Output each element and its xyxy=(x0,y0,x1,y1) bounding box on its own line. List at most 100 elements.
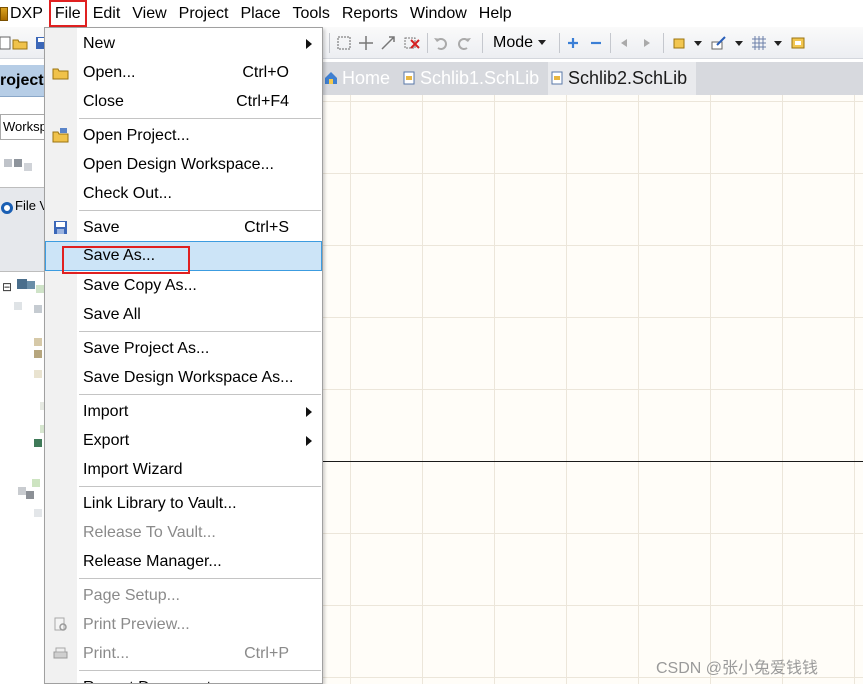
file-view-radio[interactable] xyxy=(1,202,13,214)
menu-item-open[interactable]: Open... Ctrl+O xyxy=(45,58,322,87)
remove-minus-icon[interactable] xyxy=(588,35,604,51)
open-folder-icon xyxy=(52,68,69,80)
origin-axis-line xyxy=(322,461,863,462)
menu-item-open-design-workspace[interactable]: Open Design Workspace... xyxy=(45,150,322,179)
project-node-icon xyxy=(27,281,35,289)
dxp-logo-icon xyxy=(0,6,8,21)
home-icon xyxy=(325,72,337,84)
arrow-left-icon[interactable] xyxy=(616,35,632,51)
tree-collapse-icon[interactable]: ⊟ xyxy=(2,280,12,294)
grid-icon[interactable] xyxy=(751,35,767,51)
menu-item-save-all[interactable]: Save All xyxy=(45,300,322,329)
menu-item-save[interactable]: Save Ctrl+S xyxy=(45,213,322,242)
tree-node-icon xyxy=(14,302,22,310)
tab-schlib2[interactable]: Schlib2.SchLib xyxy=(548,62,696,95)
menu-item-import-wizard[interactable]: Import Wizard xyxy=(45,455,322,484)
redo-icon[interactable] xyxy=(456,35,472,51)
menu-item-import[interactable]: Import xyxy=(45,397,322,426)
menu-separator xyxy=(79,331,321,332)
submenu-arrow-icon xyxy=(306,436,312,446)
tree-node-icon xyxy=(14,159,22,167)
mode-dropdown[interactable]: Mode xyxy=(493,33,547,53)
watermark: CSDN @张小兔爱钱钱 xyxy=(656,660,819,677)
tree-node-icon xyxy=(32,479,40,487)
toolbar-separator xyxy=(610,33,611,53)
add-plus-icon[interactable] xyxy=(565,35,581,51)
menu-item-save-as[interactable]: Save As... xyxy=(45,241,322,271)
menu-separator xyxy=(79,210,321,211)
undo-icon[interactable] xyxy=(433,35,449,51)
tab-schlib1[interactable]: Schlib1.SchLib xyxy=(400,62,546,95)
panel-title: roject xyxy=(0,65,45,97)
chevron-down-icon xyxy=(538,40,547,46)
menu-item-release-to-vault[interactable]: Release To Vault... xyxy=(45,518,322,547)
tree-node-icon xyxy=(4,159,12,167)
move-icon[interactable] xyxy=(358,35,374,51)
library-icon[interactable] xyxy=(790,35,806,51)
tab-label: Schlib2.SchLib xyxy=(568,68,688,88)
deselect-icon[interactable] xyxy=(404,35,420,51)
chevron-down-icon[interactable] xyxy=(735,41,743,46)
tree-node-icon xyxy=(18,487,26,495)
menu-item-link-library-to-vault[interactable]: Link Library to Vault... xyxy=(45,489,322,518)
tree-node-icon xyxy=(34,509,42,517)
menu-place[interactable]: Place xyxy=(234,0,286,27)
menu-item-page-setup[interactable]: Page Setup... xyxy=(45,581,322,610)
menu-item-print[interactable]: Print... Ctrl+P xyxy=(45,639,322,668)
toolbar-separator xyxy=(482,33,483,53)
schematic-canvas[interactable] xyxy=(322,95,863,684)
file-menu-dropdown: New Open... Ctrl+O Close Ctrl+F4 Open Pr… xyxy=(44,27,323,684)
toolbar-separator xyxy=(663,33,664,53)
projects-panel: roject Worksp File V ⊟ xyxy=(0,59,48,684)
select-area-icon[interactable] xyxy=(336,35,352,51)
menu-separator xyxy=(79,578,321,579)
menu-separator xyxy=(79,394,321,395)
menu-separator xyxy=(79,486,321,487)
menu-item-recent-documents[interactable]: Recent Documents xyxy=(45,673,322,683)
menu-reports[interactable]: Reports xyxy=(336,0,404,27)
menu-item-check-out[interactable]: Check Out... xyxy=(45,179,322,208)
save-disk-icon xyxy=(54,221,67,234)
workspace-selector[interactable]: Worksp xyxy=(0,114,45,140)
edit-pencil-icon[interactable] xyxy=(711,35,727,51)
menu-item-release-manager[interactable]: Release Manager... xyxy=(45,547,322,576)
move-selection-icon[interactable] xyxy=(380,35,396,51)
arrow-right-icon[interactable] xyxy=(639,35,655,51)
tree-node-icon xyxy=(34,370,42,378)
tree-node-icon xyxy=(34,350,42,358)
tree-node-icon xyxy=(34,305,42,313)
chevron-down-icon[interactable] xyxy=(774,41,782,46)
menu-item-save-project-as[interactable]: Save Project As... xyxy=(45,334,322,363)
tree-node-icon xyxy=(26,491,34,499)
menu-item-print-preview[interactable]: Print Preview... xyxy=(45,610,322,639)
submenu-arrow-icon xyxy=(306,39,312,49)
menu-item-close[interactable]: Close Ctrl+F4 xyxy=(45,87,322,116)
menu-view[interactable]: View xyxy=(126,0,172,27)
open-project-icon xyxy=(52,128,69,143)
menu-tools[interactable]: Tools xyxy=(286,0,335,27)
menu-edit[interactable]: Edit xyxy=(87,0,127,27)
menu-item-save-copy-as[interactable]: Save Copy As... xyxy=(45,271,322,300)
menubar: DXP File Edit View Project Place Tools R… xyxy=(0,0,863,27)
print-preview-icon xyxy=(54,617,67,631)
chevron-down-icon[interactable] xyxy=(694,41,702,46)
schlib-file-icon xyxy=(551,71,563,85)
menu-item-export[interactable]: Export xyxy=(45,426,322,455)
menu-help[interactable]: Help xyxy=(473,0,518,27)
document-tabs: Home Schlib1.SchLib Schlib2.SchLib xyxy=(322,62,863,95)
file-view-section: File V xyxy=(0,187,48,272)
menu-project[interactable]: Project xyxy=(173,0,235,27)
tab-home[interactable]: Home xyxy=(322,62,398,95)
open-folder-icon[interactable] xyxy=(12,35,28,51)
menu-item-new[interactable]: New xyxy=(45,29,322,58)
project-node-icon[interactable] xyxy=(17,279,27,289)
menu-file[interactable]: File xyxy=(48,0,87,27)
menu-item-open-project[interactable]: Open Project... xyxy=(45,121,322,150)
menu-window[interactable]: Window xyxy=(404,0,473,27)
menu-item-save-design-workspace-as[interactable]: Save Design Workspace As... xyxy=(45,363,322,392)
new-document-icon[interactable] xyxy=(0,35,12,51)
component-icon[interactable] xyxy=(671,35,687,51)
menu-dxp[interactable]: DXP xyxy=(8,0,49,27)
toolbar-separator xyxy=(427,33,428,53)
tab-label: Home xyxy=(342,68,391,88)
